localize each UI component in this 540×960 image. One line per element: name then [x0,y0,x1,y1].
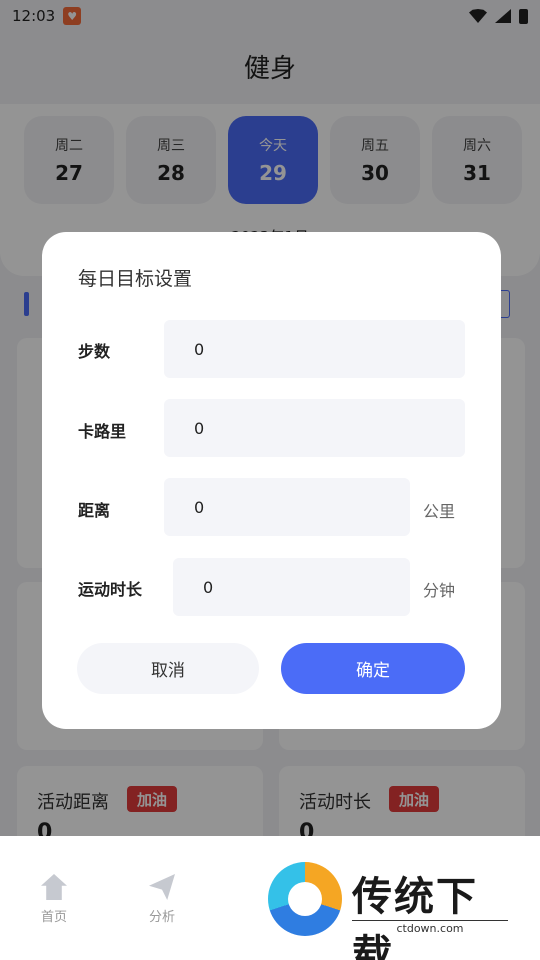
nav-label: 分析 [148,910,175,925]
nav-home[interactable]: 首页 [24,874,84,925]
calorie-input[interactable]: 0 [164,399,465,457]
cancel-button[interactable]: 取消 [77,643,259,694]
distance-unit: 公里 [423,502,456,521]
distance-label: 距离 [78,501,111,520]
watermark: 传统下载 ctdown.com [268,862,518,960]
dialog-title: 每日目标设置 [78,268,193,290]
duration-input[interactable]: 0 [173,558,410,616]
nav-label: 首页 [40,910,67,925]
steps-input[interactable]: 0 [164,320,465,378]
confirm-button[interactable]: 确定 [281,643,465,694]
calorie-label: 卡路里 [78,422,127,441]
nav-analysis[interactable]: 分析 [132,874,192,925]
duration-label: 运动时长 [78,580,143,599]
watermark-url: ctdown.com [352,920,508,935]
distance-input[interactable]: 0 [164,478,410,536]
send-icon [149,874,175,900]
duration-unit: 分钟 [423,581,456,600]
home-icon [41,874,67,900]
daily-goal-dialog: 每日目标设置 步数 0 卡路里 0 距离 0 公里 运动时长 0 分钟 取消 确… [42,232,501,729]
watermark-logo-icon [268,862,342,936]
watermark-text: 传统下载 [352,874,478,960]
steps-label: 步数 [78,342,111,361]
